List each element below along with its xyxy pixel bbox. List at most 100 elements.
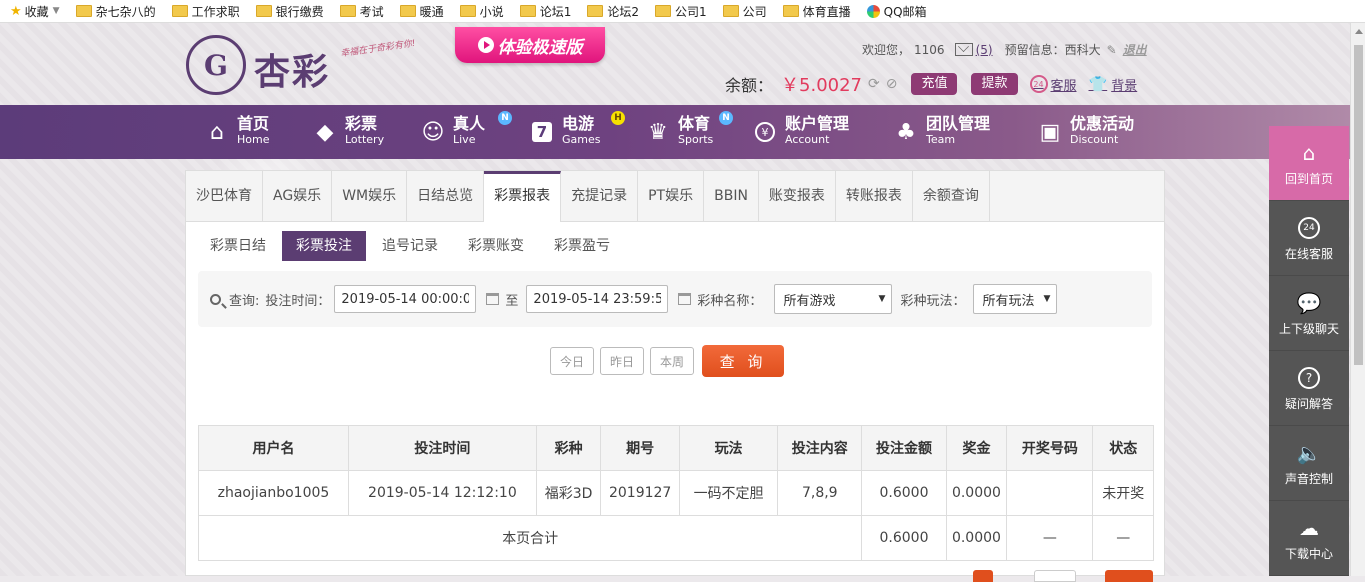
bookmarks-bar: ★ 收藏 ▼ 杂七杂八的 工作求职 银行缴费 考试 暖通 小说 论坛1 论坛2 …: [0, 0, 1365, 23]
folder-icon: [722, 5, 739, 17]
play-select[interactable]: 所有玩法 ▼: [973, 284, 1058, 314]
sub-tabs: 彩票日结 彩票投注 追号记录 彩票账变 彩票盈亏: [196, 231, 626, 261]
hot-badge: H: [611, 111, 625, 125]
home-icon: ⌂: [1302, 140, 1316, 165]
today-button[interactable]: 今日: [550, 347, 594, 375]
tab-lottery-report[interactable]: 彩票报表: [484, 171, 562, 222]
page-scrollbar[interactable]: [1350, 23, 1365, 576]
bookmark-folder[interactable]: 论坛2: [587, 3, 639, 20]
subtab-chase[interactable]: 追号记录: [368, 231, 452, 261]
bookmark-folder[interactable]: 考试: [339, 3, 384, 20]
end-time-input[interactable]: [526, 285, 669, 313]
hide-eye-icon[interactable]: ⊘: [886, 76, 898, 92]
tab-transfer-report[interactable]: 转账报表: [836, 171, 913, 221]
folder-icon: [75, 5, 92, 17]
ticket-icon: ◆: [316, 119, 334, 145]
bookmark-qq-mail[interactable]: QQ邮箱: [866, 3, 927, 20]
bookmark-folder[interactable]: 暖通: [399, 3, 444, 20]
gift-icon: ▣: [1039, 119, 1061, 145]
nav-discount[interactable]: ▣ 优惠活动 Discount: [1038, 105, 1134, 159]
refresh-icon[interactable]: ⟳: [868, 76, 880, 92]
search-bar: 查询: 投注时间： 至 彩种名称： 所有游戏▼ 彩种玩法： 所有玩法▼: [198, 271, 1152, 327]
bookmark-folder[interactable]: 论坛1: [519, 3, 571, 20]
subtab-bets[interactable]: 彩票投注: [282, 231, 366, 261]
pagination-prev-button[interactable]: [973, 570, 993, 582]
nav-sports[interactable]: ♛ 体育 Sports N: [646, 105, 733, 159]
nav-team[interactable]: ♣ 团队管理 Team: [894, 105, 990, 159]
start-time-input[interactable]: [334, 285, 477, 313]
play-icon: [477, 37, 494, 53]
folder-icon: [171, 5, 188, 17]
sidebar-chat[interactable]: 💬 上下级聊天: [1269, 276, 1349, 351]
nav-games[interactable]: 7 电游 Games H: [532, 105, 625, 159]
balance-bar: 余额： ￥5.0027 ⟳ ⊘ 充值 提款 24 客服 👕 背景: [725, 71, 1137, 97]
bookmark-folder[interactable]: 银行缴费: [255, 3, 324, 20]
nav-account[interactable]: ¥ 账户管理 Account: [755, 105, 849, 159]
sidebar-online-service[interactable]: 24 在线客服: [1269, 201, 1349, 276]
folder-icon: [654, 5, 671, 17]
tab-daily-overview[interactable]: 日结总览: [407, 171, 485, 221]
sidebar-faq[interactable]: ? 疑问解答: [1269, 351, 1349, 426]
this-week-button[interactable]: 本周: [650, 347, 694, 375]
pagination-input[interactable]: [1034, 570, 1076, 582]
tab-deposit-withdraw[interactable]: 充提记录: [561, 171, 639, 221]
pagination-go-button[interactable]: [1105, 570, 1153, 582]
subtab-daily[interactable]: 彩票日结: [196, 231, 280, 261]
logo-text[interactable]: 杏彩: [254, 43, 330, 95]
chat-bubble-icon: 💬: [1296, 290, 1322, 315]
tab-wm[interactable]: WM娱乐: [332, 171, 408, 221]
edit-icon[interactable]: ✎: [1107, 43, 1117, 57]
subtab-account-change[interactable]: 彩票账变: [454, 231, 538, 261]
logo-emblem[interactable]: G: [186, 35, 246, 95]
lottery-select[interactable]: 所有游戏 ▼: [774, 284, 893, 314]
sidebar-download[interactable]: ☁ 下载中心: [1269, 501, 1349, 576]
bookmark-favorites[interactable]: ★ 收藏 ▼: [10, 3, 60, 20]
bookmark-folder[interactable]: 体育直播: [782, 3, 851, 20]
calendar-icon[interactable]: [486, 293, 500, 305]
folder-icon: [782, 5, 799, 17]
yesterday-button[interactable]: 昨日: [600, 347, 644, 375]
tab-bbin[interactable]: BBIN: [704, 171, 759, 221]
sidebar-back-home[interactable]: ⌂ 回到首页: [1269, 126, 1349, 201]
mail-icon[interactable]: [954, 43, 973, 56]
search-icon: [210, 293, 221, 305]
status-badge: 未开奖: [1092, 470, 1154, 516]
new-badge: N: [498, 111, 512, 125]
bookmark-folder[interactable]: 公司: [722, 3, 767, 20]
tab-account-change[interactable]: 账变报表: [759, 171, 836, 221]
logout-link[interactable]: 退出: [1123, 41, 1147, 58]
tab-ag[interactable]: AG娱乐: [263, 171, 333, 221]
bookmark-folder[interactable]: 工作求职: [171, 3, 240, 20]
nav-lottery[interactable]: ◆ 彩票 Lottery: [313, 105, 385, 159]
scroll-thumb[interactable]: [1354, 45, 1363, 365]
star-icon: ★: [10, 3, 22, 19]
scroll-up-arrow[interactable]: [1355, 29, 1363, 34]
tab-balance-query[interactable]: 余额查询: [913, 171, 990, 221]
tab-pt[interactable]: PT娱乐: [638, 171, 705, 221]
folder-icon: [255, 5, 272, 17]
customer-service-link[interactable]: 24 客服: [1029, 75, 1077, 94]
query-button[interactable]: 查 询: [702, 345, 784, 377]
report-panel: 沙巴体育 AG娱乐 WM娱乐 日结总览 彩票报表 充提记录 PT娱乐 BBIN …: [185, 170, 1165, 576]
speed-version-button[interactable]: 体验极速版: [455, 27, 605, 63]
qq-icon: [866, 4, 880, 18]
recharge-button[interactable]: 充值: [911, 73, 958, 95]
bookmark-folder[interactable]: 小说: [459, 3, 504, 20]
subtab-profit-loss[interactable]: 彩票盈亏: [540, 231, 624, 261]
table-row[interactable]: zhaojianbo1005 2019-05-14 12:12:10 福彩3D …: [198, 470, 1154, 516]
sidebar-sound[interactable]: 🔈 声音控制: [1269, 426, 1349, 501]
nav-live[interactable]: ☺ 真人 Live N: [421, 105, 512, 159]
user-id: 1106: [914, 42, 945, 57]
withdraw-button[interactable]: 提款: [971, 73, 1018, 95]
shirt-icon: 👕: [1088, 75, 1108, 93]
background-link[interactable]: 👕 背景: [1089, 75, 1138, 94]
nav-home[interactable]: ⌂ 首页 Home: [205, 105, 269, 159]
service-24-icon: 24: [1029, 75, 1048, 93]
mail-count[interactable]: (5): [976, 43, 993, 57]
tab-saba-sports[interactable]: 沙巴体育: [186, 171, 263, 221]
calendar-icon[interactable]: [678, 293, 692, 305]
home-icon: ⌂: [210, 119, 224, 145]
bookmark-folder[interactable]: 杂七杂八的: [75, 3, 156, 20]
report-tabs: 沙巴体育 AG娱乐 WM娱乐 日结总览 彩票报表 充提记录 PT娱乐 BBIN …: [186, 171, 1164, 222]
bookmark-folder[interactable]: 公司1: [654, 3, 707, 20]
